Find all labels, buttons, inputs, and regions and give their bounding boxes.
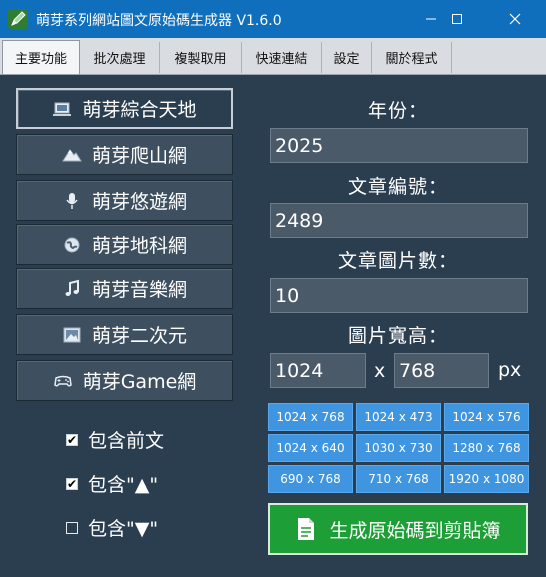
preset-button[interactable]: 710 x 768 xyxy=(356,465,441,493)
generate-label: 生成原始碼到剪貼簿 xyxy=(329,519,501,542)
checkbox-checked[interactable]: ✔ xyxy=(66,477,78,490)
size-unit: px xyxy=(498,359,522,381)
checkbox-checked[interactable]: ✔ xyxy=(66,433,78,446)
music-note-icon xyxy=(65,279,79,296)
tab-copy-use[interactable]: 複製取用 xyxy=(160,42,242,73)
preset-button[interactable]: 1024 x 473 xyxy=(356,403,441,431)
document-icon xyxy=(298,518,315,540)
article-number-input[interactable]: 2489 xyxy=(270,203,528,238)
site-button-travel[interactable]: 萌芽悠遊網 xyxy=(16,180,233,221)
generate-to-clipboard-button[interactable]: 生成原始碼到剪貼簿 xyxy=(268,503,528,555)
gamepad-icon xyxy=(53,375,72,387)
year-input[interactable]: 2025 xyxy=(270,128,528,163)
site-label: 萌芽綜合天地 xyxy=(82,99,197,121)
image-count-label: 文章圖片數： xyxy=(337,250,458,272)
mountain-icon xyxy=(62,148,82,161)
window-title: 萌芽系列網站圖文原始碼生成器 V1.6.0 xyxy=(36,13,282,29)
image-height-input[interactable]: 768 xyxy=(394,353,489,388)
picture-frame-icon xyxy=(63,327,81,342)
option-include-up-arrow[interactable]: ✔ 包含"▲" xyxy=(66,470,158,497)
preset-button[interactable]: 1024 x 576 xyxy=(444,403,529,431)
site-button-hiking[interactable]: 萌芽爬山網 xyxy=(16,134,233,175)
tab-main-functions[interactable]: 主要功能 xyxy=(2,40,80,74)
tab-batch-processing[interactable]: 批次處理 xyxy=(80,42,160,73)
microphone-icon xyxy=(66,192,78,209)
pencil-app-icon xyxy=(8,9,28,29)
site-label: 萌芽二次元 xyxy=(91,325,187,347)
tab-bar: 主要功能 批次處理 複製取用 快速連結 設定 關於程式 xyxy=(0,38,546,75)
site-label: 萌芽Game網 xyxy=(82,371,197,393)
preset-button[interactable]: 690 x 768 xyxy=(268,465,353,493)
image-count-input[interactable]: 10 xyxy=(270,278,528,313)
tab-about[interactable]: 關於程式 xyxy=(372,42,452,73)
image-size-label: 圖片寬高： xyxy=(347,325,448,347)
preset-button[interactable]: 1024 x 768 xyxy=(268,403,353,431)
site-button-music[interactable]: 萌芽音樂網 xyxy=(16,268,233,309)
site-label: 萌芽音樂網 xyxy=(91,279,187,301)
title-bar: 萌芽系列網站圖文原始碼生成器 V1.6.0 xyxy=(0,0,546,38)
image-width-input[interactable]: 1024 xyxy=(270,353,366,388)
article-number-label: 文章編號： xyxy=(347,176,448,198)
tab-settings[interactable]: 設定 xyxy=(322,42,372,73)
site-button-game[interactable]: 萌芽Game網 xyxy=(16,360,233,401)
site-button-geoscience[interactable]: 萌芽地科網 xyxy=(16,224,233,265)
preset-button[interactable]: 1024 x 640 xyxy=(268,434,353,462)
maximize-button[interactable] xyxy=(434,0,480,38)
option-label: 包含前文 xyxy=(88,430,165,452)
site-button-general[interactable]: 萌芽綜合天地 xyxy=(16,88,233,129)
preset-button[interactable]: 1920 x 1080 xyxy=(444,465,529,493)
laptop-icon xyxy=(53,102,72,116)
maximize-icon xyxy=(452,14,462,24)
year-label: 年份： xyxy=(367,100,428,122)
site-label: 萌芽爬山網 xyxy=(91,145,187,167)
size-separator: x xyxy=(374,360,386,382)
checkbox-unchecked[interactable] xyxy=(66,521,78,534)
option-include-preface[interactable]: ✔ 包含前文 xyxy=(66,426,164,453)
preset-button[interactable]: 1280 x 768 xyxy=(444,434,529,462)
site-label: 萌芽悠遊網 xyxy=(91,191,187,213)
close-icon xyxy=(509,13,521,25)
option-label: 包含"▲" xyxy=(88,474,159,496)
site-label: 萌芽地科網 xyxy=(91,235,187,257)
close-button[interactable] xyxy=(492,0,538,38)
option-label: 包含"▼" xyxy=(88,518,159,540)
preset-button[interactable]: 1030 x 730 xyxy=(356,434,441,462)
globe-icon xyxy=(64,237,80,252)
tab-quick-links[interactable]: 快速連結 xyxy=(242,42,322,73)
site-button-anime[interactable]: 萌芽二次元 xyxy=(16,314,233,355)
option-include-down-arrow[interactable]: 包含"▼" xyxy=(66,514,158,541)
